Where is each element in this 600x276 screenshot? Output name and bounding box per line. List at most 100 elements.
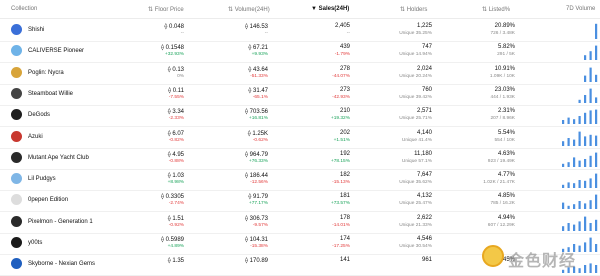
header-collection[interactable]: Collection xyxy=(11,6,37,12)
holders-value: 11,180 xyxy=(414,150,432,157)
sales-change: -- xyxy=(346,31,350,36)
volume-bar xyxy=(578,221,581,231)
sales-value: 210 xyxy=(339,108,350,115)
header-volume[interactable]: ⇅ Volume(24H) xyxy=(228,6,270,13)
collection-name[interactable]: Skyborne - Nexian Gems xyxy=(28,261,95,267)
table-row[interactable]: 0pepen Edition ⟠ 0.3305 -2.74% ⟠ 91.79 +77.1… xyxy=(0,189,600,213)
volume-value: ⟠ 67.21 xyxy=(248,45,268,52)
volume-7d-sparkline xyxy=(562,173,598,189)
table-row[interactable]: Pixelmon - Generation 1 ⟠ 1.51 -0.92% ⟠ 306… xyxy=(0,211,600,234)
sales-change: -1.79% xyxy=(334,52,350,58)
table-row[interactable]: DeGods ⟠ 3.34 -2.33% ⟠ 703.56 +16.81% 210 +19.… xyxy=(0,104,600,128)
collection-name[interactable]: Steamboat Willie xyxy=(28,91,73,97)
volume-change: +9.93% xyxy=(251,52,268,58)
table-row[interactable]: Shishi ⟠ 0.048 -- ⟠ 146.53 -- 2,405 -- 1,225 Uni… xyxy=(0,19,600,42)
watermark-text: 金色财经 xyxy=(508,253,577,270)
header-listed[interactable]: ⇅ Listed% xyxy=(482,6,510,13)
volume-bar xyxy=(573,224,576,231)
collection-avatar xyxy=(11,130,22,142)
holders-change: Unique 14.94% xyxy=(399,52,432,58)
collection-name[interactable]: Pixelmon - Generation 1 xyxy=(28,219,93,225)
header-floor-price[interactable]: ⇅ Floor Price xyxy=(148,6,184,13)
volume-value: ⟠ 146.53 xyxy=(245,24,268,30)
floor-price-change: -0.92% xyxy=(168,222,184,228)
sales-change: -42.93% xyxy=(332,94,350,100)
volume-bar xyxy=(595,135,598,146)
collection-name[interactable]: y00ts xyxy=(28,240,42,246)
table-row[interactable]: Steamboat Willie ⟠ 0.11 -7.55% ⟠ 31.47 -65.1… xyxy=(0,83,600,106)
table-row[interactable]: Azuki ⟠ 6.07 -0.82% ⟠ 1.25K -0.62% 202 +1.51% 4… xyxy=(0,126,600,149)
listed-value: 2.31% xyxy=(497,108,515,115)
volume-bar xyxy=(573,119,576,125)
listed-value: 4.63% xyxy=(497,150,515,157)
table-row[interactable]: CALIVERSE Pioneer ⟠ 0.1548 +32.93% ⟠ 67.21 +… xyxy=(0,40,600,64)
table-row[interactable]: Lil Pudgys ⟠ 1.03 +8.98% ⟠ 186.44 -12.56% 182… xyxy=(0,168,600,192)
floor-price-value: ⟠ 3.34 xyxy=(167,109,184,116)
watermark-logo-icon xyxy=(482,245,504,267)
volume-bar xyxy=(562,202,565,210)
volume-bar xyxy=(578,116,581,125)
volume-bar xyxy=(573,183,576,189)
floor-price-value: ⟠ 1.51 xyxy=(167,215,184,222)
collection-avatar xyxy=(11,258,22,270)
table-row[interactable]: Poglin: Nycra ⟠ 0.13 0% ⟠ 43.64 -51.33% 278 -4… xyxy=(0,62,600,85)
listed-value: 20.89% xyxy=(494,23,515,29)
floor-price-change: -0.88% xyxy=(168,158,184,164)
header-sales[interactable]: ▼ Sales(24H) xyxy=(311,6,349,12)
table-row[interactable]: Mutant Ape Yacht Club ⟠ 4.95 -0.88% ⟠ 964.7… xyxy=(0,147,600,170)
collection-name[interactable]: DeGods xyxy=(28,112,50,118)
sales-change: -17.25% xyxy=(332,244,350,249)
volume-bar xyxy=(562,120,565,125)
header-holders[interactable]: ⇅ Holders xyxy=(400,6,427,13)
sales-value: 278 xyxy=(339,65,350,72)
collection-name[interactable]: Shishi xyxy=(28,27,44,33)
volume-7d-sparkline xyxy=(578,88,598,103)
holders-value: 760 xyxy=(421,86,432,93)
volume-bar xyxy=(595,74,598,82)
volume-bar xyxy=(584,135,587,146)
volume-bar xyxy=(589,222,592,231)
volume-bar xyxy=(578,201,581,210)
sales-change: +78.15% xyxy=(330,158,350,164)
volume-bar xyxy=(562,225,565,231)
volume-7d-sparkline xyxy=(562,131,598,146)
listed-change: 554 / 10K xyxy=(494,137,515,143)
collection-name[interactable]: Lil Pudgys xyxy=(28,176,56,182)
holders-value: 961 xyxy=(421,257,432,264)
sales-change: -15.13% xyxy=(332,180,350,186)
listed-value: 4.94% xyxy=(497,214,515,221)
sales-change: +73.57% xyxy=(330,201,350,207)
volume-bar xyxy=(589,178,592,189)
volume-bar xyxy=(567,222,570,231)
volume-bar xyxy=(562,163,565,167)
holders-change: Unique 30.54% xyxy=(399,244,432,249)
volume-7d-sparkline xyxy=(562,152,598,167)
holders-value: 2,622 xyxy=(416,214,432,221)
header-holders-label: Holders xyxy=(406,7,428,13)
collection-name[interactable]: Poglin: Nycra xyxy=(28,70,64,76)
volume-value: ⟠ 703.56 xyxy=(245,109,268,116)
floor-price-value: ⟠ 4.95 xyxy=(167,151,184,158)
collection-name[interactable]: 0pepen Edition xyxy=(28,197,68,203)
listed-value: 4.77% xyxy=(497,172,515,179)
holders-change: Unique 20.24% xyxy=(399,73,432,79)
sales-value: 202 xyxy=(339,129,350,136)
volume-bar xyxy=(595,109,598,125)
volume-bar xyxy=(578,160,581,167)
holders-value: 1,225 xyxy=(416,23,432,29)
volume-change: -0.62% xyxy=(252,137,268,143)
volume-value: ⟠ 186.44 xyxy=(245,173,268,180)
sales-value: 178 xyxy=(339,214,350,221)
holders-value: 747 xyxy=(421,44,432,51)
collection-name[interactable]: CALIVERSE Pioneer xyxy=(28,48,84,54)
collection-name[interactable]: Mutant Ape Yacht Club xyxy=(28,155,89,161)
collection-name[interactable]: Azuki xyxy=(28,134,43,140)
volume-bar xyxy=(562,140,565,146)
volume-7d-sparkline xyxy=(584,45,598,61)
listed-value: 5.54% xyxy=(497,129,515,136)
floor-price-change: -2.33% xyxy=(168,116,184,122)
volume-bar xyxy=(589,155,592,167)
floor-price-value: ⟠ 0.1548 xyxy=(161,45,184,52)
volume-value: ⟠ 170.89 xyxy=(245,258,268,265)
collection-avatar xyxy=(11,109,22,121)
